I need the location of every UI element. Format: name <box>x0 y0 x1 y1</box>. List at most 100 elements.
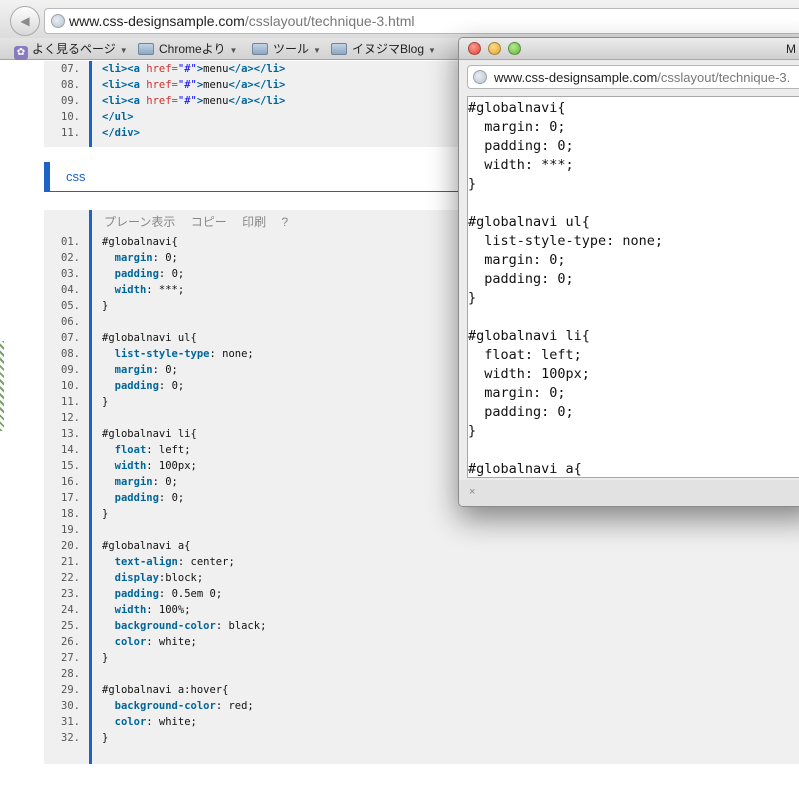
code-text: color: white; <box>102 636 197 648</box>
code-token: margin <box>114 476 153 488</box>
code-token: : 0; <box>152 476 178 488</box>
code-token: margin <box>114 252 153 264</box>
popup-code-line: margin: 0; <box>468 385 566 401</box>
line-number: 24. <box>61 604 80 616</box>
code-text: padding: 0; <box>102 492 185 504</box>
code-token: } <box>102 732 109 744</box>
code-token: <li> <box>102 63 128 75</box>
zoom-window-icon[interactable] <box>508 42 521 55</box>
bookmark-chrome[interactable]: Chromeより ▼ <box>138 40 237 58</box>
decorative-hatch <box>0 341 4 431</box>
back-button[interactable]: ◀ <box>10 6 40 36</box>
code-line: 10. </ul> <box>44 111 464 127</box>
code-text: <li><a href="#">menu</a></li> <box>102 95 285 107</box>
css-section-heading: css <box>44 162 464 192</box>
popup-code-line: list-style-type: none; <box>468 233 664 249</box>
popup-code-line: width: ***; <box>468 157 574 173</box>
line-number: 04. <box>61 284 80 296</box>
chevron-down-icon: ▼ <box>119 46 128 55</box>
popup-code-line: #globalnavi{ <box>468 100 566 116</box>
code-line: 29. #globalnavi a:hover{ <box>44 684 799 700</box>
code-token: } <box>102 652 109 664</box>
css-heading-text: css <box>66 169 86 184</box>
line-number: 14. <box>61 444 80 456</box>
code-token: : 100%; <box>146 604 191 616</box>
popup-code-line: } <box>468 423 477 439</box>
code-token: list-style-type <box>114 348 210 360</box>
popup-titlebar[interactable]: M <box>459 38 799 60</box>
popup-code-line: padding: 0; <box>468 138 574 154</box>
line-number: 15. <box>61 460 80 472</box>
code-token: href= <box>146 79 178 91</box>
line-number: 08. <box>61 348 80 360</box>
code-line: 23. padding: 0.5em 0; <box>44 588 799 604</box>
line-number: 25. <box>61 620 80 632</box>
html-code-block: 07. <li><a href="#">menu</a></li> 08. <li><… <box>44 61 464 147</box>
bookmark-tools[interactable]: ツール ▼ <box>252 40 321 58</box>
gear-icon: ✿ <box>14 46 28 60</box>
code-text: padding: 0.5em 0; <box>102 588 222 600</box>
code-token: background-color <box>114 700 216 712</box>
print-link[interactable]: 印刷 <box>242 215 266 229</box>
line-number: 19. <box>61 524 80 536</box>
code-token: </li> <box>253 63 286 75</box>
code-token: color <box>114 716 147 728</box>
popup-address-bar[interactable]: www.css-designsample.com/csslayout/techn… <box>467 65 799 89</box>
code-token: #globalnavi{ <box>102 236 178 248</box>
code-text: } <box>102 732 108 744</box>
code-token: : 0; <box>158 492 185 504</box>
popup-code-line: margin: 0; <box>468 252 566 268</box>
code-token: margin <box>114 364 153 376</box>
popup-code-line: #globalnavi ul{ <box>468 214 590 230</box>
chevron-down-icon: ▼ <box>313 46 321 55</box>
address-text: www.css-designsample.com/csslayout/techn… <box>69 13 414 29</box>
code-text: width: ***; <box>102 284 185 296</box>
popup-code-line: } <box>468 176 477 192</box>
bookmark-frequent[interactable]: ✿ よく見るページ ▼ <box>14 40 128 60</box>
code-text: list-style-type: none; <box>102 348 254 360</box>
code-token: : red; <box>215 700 254 712</box>
code-token: #globalnavi a:hover{ <box>102 684 229 696</box>
address-bar[interactable]: www.css-designsample.com/csslayout/techn… <box>44 8 799 34</box>
minimize-window-icon[interactable] <box>488 42 501 55</box>
line-number: 16. <box>61 476 80 488</box>
line-number: 29. <box>61 684 80 696</box>
code-line: 31. color: white; <box>44 716 799 732</box>
folder-icon <box>331 43 347 55</box>
code-token: : 0; <box>152 252 178 264</box>
line-number: 31. <box>61 716 80 728</box>
code-token: : left; <box>146 444 191 456</box>
line-number: 10. <box>61 380 80 392</box>
help-link[interactable]: ? <box>281 215 288 229</box>
address-path: /csslayout/technique-3.html <box>244 13 415 29</box>
line-number: 32. <box>61 732 80 744</box>
copy-link[interactable]: コピー <box>191 215 227 229</box>
code-token: "#" <box>177 63 197 75</box>
code-token: text-align <box>114 556 178 568</box>
view-plain-link[interactable]: プレーン表示 <box>104 215 175 229</box>
code-token: <a <box>127 79 147 91</box>
code-line: 24. width: 100%; <box>44 604 799 620</box>
popup-plain-text: #globalnavi{ margin: 0; padding: 0; widt… <box>467 96 799 478</box>
code-token: : center; <box>177 556 235 568</box>
line-number: 05. <box>61 300 80 312</box>
close-window-icon[interactable] <box>468 42 481 55</box>
code-line: 22. display:block; <box>44 572 799 588</box>
close-status-icon[interactable]: × <box>469 486 475 498</box>
bookmark-blog[interactable]: イヌジマBlog ▼ <box>331 40 436 58</box>
code-text: #globalnavi ul{ <box>102 332 197 344</box>
code-line: 11. </div> <box>44 127 464 143</box>
globe-icon <box>473 70 487 84</box>
code-token: display <box>114 572 159 584</box>
code-token: </a> <box>228 63 254 75</box>
code-token: } <box>102 508 109 520</box>
line-number: 30. <box>61 700 80 712</box>
popup-address-path: /csslayout/technique-3. <box>657 70 791 85</box>
